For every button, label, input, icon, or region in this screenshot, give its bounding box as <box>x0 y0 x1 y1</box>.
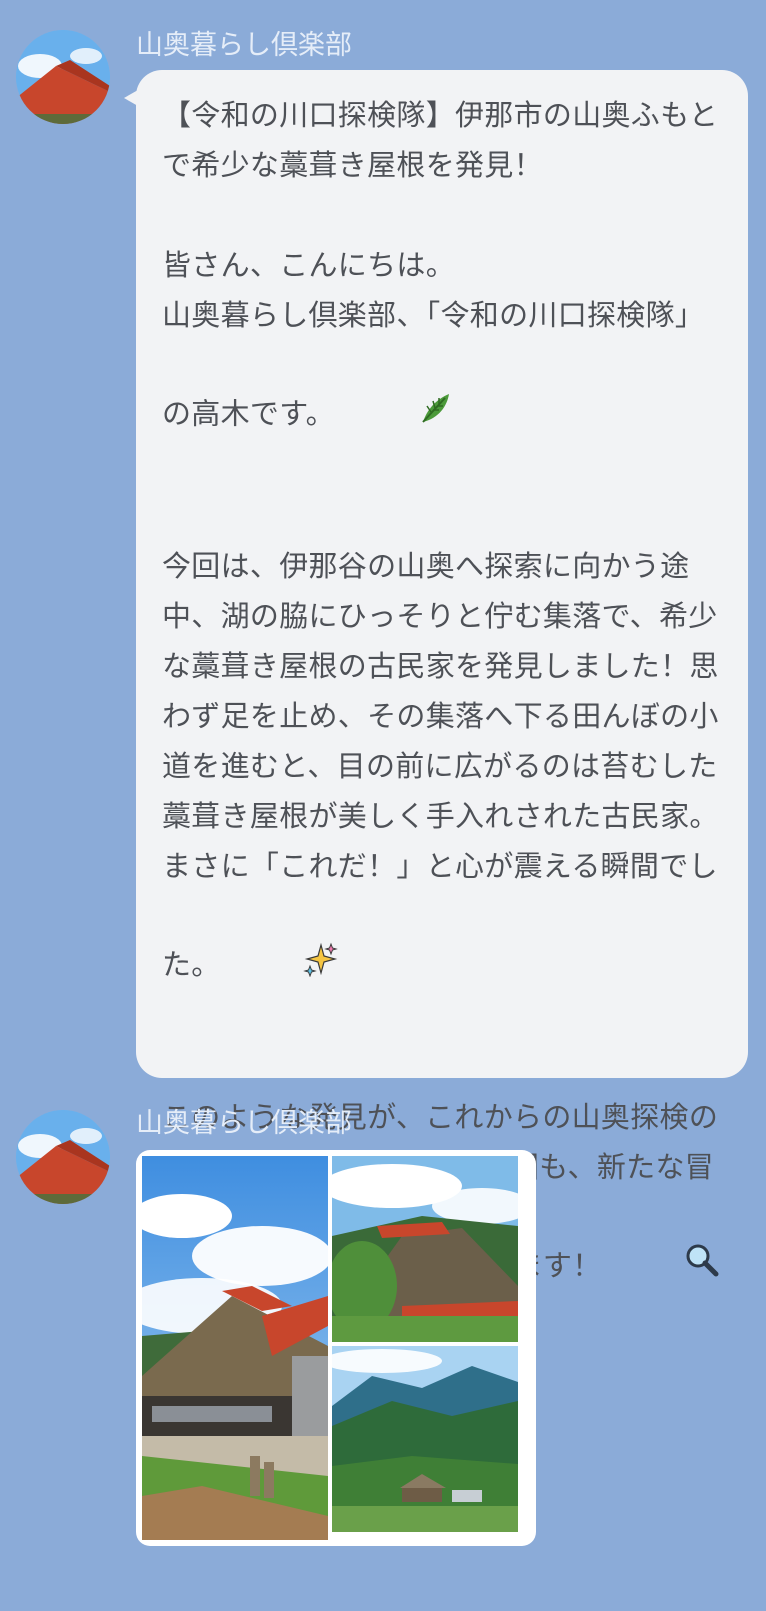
intro-line: 山奥暮らし倶楽部、「令和の川口探検隊」の高木です。 <box>162 290 722 491</box>
greeting-text: 皆さん、こんにちは。 <box>162 248 456 282</box>
avatar[interactable] <box>16 1110 110 1204</box>
magnifier-icon <box>608 1192 720 1343</box>
sender-name: 山奥暮らし倶楽部 <box>136 1108 352 1139</box>
photo-collage[interactable] <box>136 1150 536 1546</box>
avatar[interactable] <box>16 30 110 124</box>
message-title: 【令和の川口探検隊】伊那市の山奥ふもとで希少な藁葺き屋根を発見！ <box>162 98 719 182</box>
thatched-roof-close-photo[interactable] <box>332 1156 518 1342</box>
sender-name: 山奥暮らし倶楽部 <box>136 30 352 61</box>
sparkles-icon <box>227 891 339 1042</box>
message-bubble[interactable]: 【令和の川口探検隊】伊那市の山奥ふもとで希少な藁葺き屋根を発見！ 皆さん、こんに… <box>136 70 748 1283</box>
body-paragraph: 今回は、伊那谷の山奥へ探索に向かう途中、湖の脇にひっそりと佇む集落で、希少な藁葺… <box>162 541 722 1042</box>
thatched-house-front-photo[interactable] <box>142 1156 328 1540</box>
mountain-village-photo[interactable] <box>332 1346 518 1532</box>
leaf-icon <box>341 340 453 491</box>
